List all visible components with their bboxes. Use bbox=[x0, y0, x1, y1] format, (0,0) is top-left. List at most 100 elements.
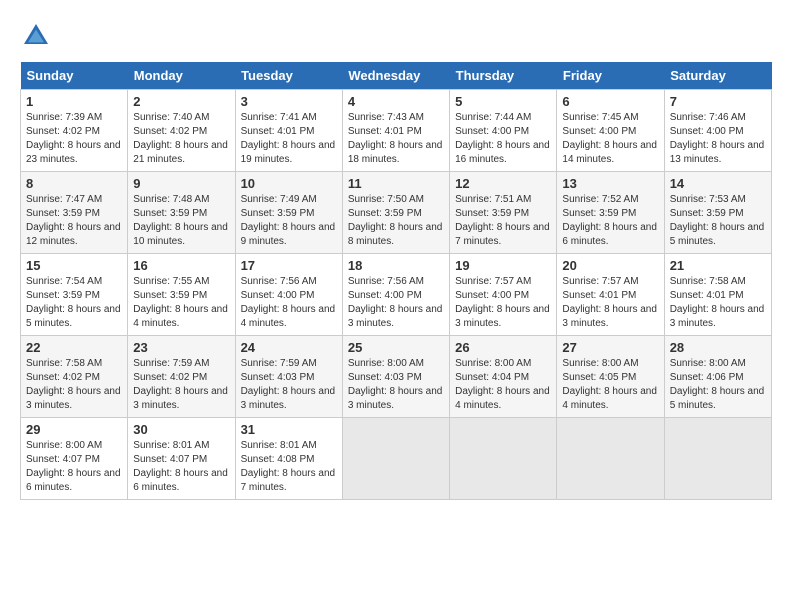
day-number: 9 bbox=[133, 176, 229, 191]
calendar-cell: 6 Sunrise: 7:45 AMSunset: 4:00 PMDayligh… bbox=[557, 90, 664, 172]
day-number: 17 bbox=[241, 258, 337, 273]
calendar-cell: 8 Sunrise: 7:47 AMSunset: 3:59 PMDayligh… bbox=[21, 172, 128, 254]
day-number: 10 bbox=[241, 176, 337, 191]
day-detail: Sunrise: 7:54 AMSunset: 3:59 PMDaylight:… bbox=[26, 276, 121, 329]
day-number: 7 bbox=[670, 94, 766, 109]
calendar-cell: 23 Sunrise: 7:59 AMSunset: 4:02 PMDaylig… bbox=[128, 336, 235, 418]
day-header-friday: Friday bbox=[557, 62, 664, 90]
day-number: 27 bbox=[562, 340, 658, 355]
day-number: 5 bbox=[455, 94, 551, 109]
day-detail: Sunrise: 7:53 AMSunset: 3:59 PMDaylight:… bbox=[670, 194, 765, 247]
calendar-cell: 3 Sunrise: 7:41 AMSunset: 4:01 PMDayligh… bbox=[235, 90, 342, 172]
day-number: 29 bbox=[26, 422, 122, 437]
day-detail: Sunrise: 7:41 AMSunset: 4:01 PMDaylight:… bbox=[241, 112, 336, 165]
day-number: 20 bbox=[562, 258, 658, 273]
day-number: 28 bbox=[670, 340, 766, 355]
calendar-cell bbox=[557, 418, 664, 500]
day-detail: Sunrise: 8:00 AMSunset: 4:03 PMDaylight:… bbox=[348, 358, 443, 411]
day-detail: Sunrise: 7:46 AMSunset: 4:00 PMDaylight:… bbox=[670, 112, 765, 165]
day-number: 4 bbox=[348, 94, 444, 109]
calendar-week-row: 29 Sunrise: 8:00 AMSunset: 4:07 PMDaylig… bbox=[21, 418, 772, 500]
day-number: 14 bbox=[670, 176, 766, 191]
calendar-table: SundayMondayTuesdayWednesdayThursdayFrid… bbox=[20, 62, 772, 500]
calendar-cell bbox=[342, 418, 449, 500]
day-detail: Sunrise: 8:01 AMSunset: 4:07 PMDaylight:… bbox=[133, 440, 228, 493]
day-detail: Sunrise: 7:39 AMSunset: 4:02 PMDaylight:… bbox=[26, 112, 121, 165]
logo bbox=[20, 20, 56, 52]
calendar-cell: 30 Sunrise: 8:01 AMSunset: 4:07 PMDaylig… bbox=[128, 418, 235, 500]
day-header-wednesday: Wednesday bbox=[342, 62, 449, 90]
day-number: 6 bbox=[562, 94, 658, 109]
calendar-cell: 31 Sunrise: 8:01 AMSunset: 4:08 PMDaylig… bbox=[235, 418, 342, 500]
page-header bbox=[20, 20, 772, 52]
day-header-tuesday: Tuesday bbox=[235, 62, 342, 90]
calendar-week-row: 22 Sunrise: 7:58 AMSunset: 4:02 PMDaylig… bbox=[21, 336, 772, 418]
day-detail: Sunrise: 7:58 AMSunset: 4:01 PMDaylight:… bbox=[670, 276, 765, 329]
calendar-cell: 12 Sunrise: 7:51 AMSunset: 3:59 PMDaylig… bbox=[450, 172, 557, 254]
calendar-cell: 19 Sunrise: 7:57 AMSunset: 4:00 PMDaylig… bbox=[450, 254, 557, 336]
calendar-cell: 9 Sunrise: 7:48 AMSunset: 3:59 PMDayligh… bbox=[128, 172, 235, 254]
calendar-cell: 21 Sunrise: 7:58 AMSunset: 4:01 PMDaylig… bbox=[664, 254, 771, 336]
day-number: 24 bbox=[241, 340, 337, 355]
calendar-week-row: 8 Sunrise: 7:47 AMSunset: 3:59 PMDayligh… bbox=[21, 172, 772, 254]
day-detail: Sunrise: 7:59 AMSunset: 4:02 PMDaylight:… bbox=[133, 358, 228, 411]
calendar-cell: 5 Sunrise: 7:44 AMSunset: 4:00 PMDayligh… bbox=[450, 90, 557, 172]
day-number: 3 bbox=[241, 94, 337, 109]
day-number: 25 bbox=[348, 340, 444, 355]
calendar-cell: 4 Sunrise: 7:43 AMSunset: 4:01 PMDayligh… bbox=[342, 90, 449, 172]
day-header-saturday: Saturday bbox=[664, 62, 771, 90]
calendar-cell: 13 Sunrise: 7:52 AMSunset: 3:59 PMDaylig… bbox=[557, 172, 664, 254]
day-number: 15 bbox=[26, 258, 122, 273]
day-detail: Sunrise: 7:52 AMSunset: 3:59 PMDaylight:… bbox=[562, 194, 657, 247]
day-number: 23 bbox=[133, 340, 229, 355]
day-detail: Sunrise: 7:44 AMSunset: 4:00 PMDaylight:… bbox=[455, 112, 550, 165]
day-detail: Sunrise: 7:56 AMSunset: 4:00 PMDaylight:… bbox=[348, 276, 443, 329]
day-number: 16 bbox=[133, 258, 229, 273]
logo-icon bbox=[20, 20, 52, 52]
day-detail: Sunrise: 7:51 AMSunset: 3:59 PMDaylight:… bbox=[455, 194, 550, 247]
day-detail: Sunrise: 8:00 AMSunset: 4:07 PMDaylight:… bbox=[26, 440, 121, 493]
day-detail: Sunrise: 7:59 AMSunset: 4:03 PMDaylight:… bbox=[241, 358, 336, 411]
day-detail: Sunrise: 7:43 AMSunset: 4:01 PMDaylight:… bbox=[348, 112, 443, 165]
day-detail: Sunrise: 7:40 AMSunset: 4:02 PMDaylight:… bbox=[133, 112, 228, 165]
calendar-cell: 20 Sunrise: 7:57 AMSunset: 4:01 PMDaylig… bbox=[557, 254, 664, 336]
day-number: 31 bbox=[241, 422, 337, 437]
day-detail: Sunrise: 7:55 AMSunset: 3:59 PMDaylight:… bbox=[133, 276, 228, 329]
day-detail: Sunrise: 8:01 AMSunset: 4:08 PMDaylight:… bbox=[241, 440, 336, 493]
day-detail: Sunrise: 7:47 AMSunset: 3:59 PMDaylight:… bbox=[26, 194, 121, 247]
day-header-sunday: Sunday bbox=[21, 62, 128, 90]
calendar-header-row: SundayMondayTuesdayWednesdayThursdayFrid… bbox=[21, 62, 772, 90]
day-number: 1 bbox=[26, 94, 122, 109]
day-number: 26 bbox=[455, 340, 551, 355]
calendar-cell: 15 Sunrise: 7:54 AMSunset: 3:59 PMDaylig… bbox=[21, 254, 128, 336]
day-detail: Sunrise: 7:50 AMSunset: 3:59 PMDaylight:… bbox=[348, 194, 443, 247]
calendar-cell bbox=[450, 418, 557, 500]
calendar-cell: 14 Sunrise: 7:53 AMSunset: 3:59 PMDaylig… bbox=[664, 172, 771, 254]
calendar-cell: 1 Sunrise: 7:39 AMSunset: 4:02 PMDayligh… bbox=[21, 90, 128, 172]
day-detail: Sunrise: 8:00 AMSunset: 4:06 PMDaylight:… bbox=[670, 358, 765, 411]
calendar-cell: 27 Sunrise: 8:00 AMSunset: 4:05 PMDaylig… bbox=[557, 336, 664, 418]
day-number: 30 bbox=[133, 422, 229, 437]
day-detail: Sunrise: 8:00 AMSunset: 4:05 PMDaylight:… bbox=[562, 358, 657, 411]
day-detail: Sunrise: 7:56 AMSunset: 4:00 PMDaylight:… bbox=[241, 276, 336, 329]
day-detail: Sunrise: 7:57 AMSunset: 4:01 PMDaylight:… bbox=[562, 276, 657, 329]
day-number: 13 bbox=[562, 176, 658, 191]
calendar-cell: 22 Sunrise: 7:58 AMSunset: 4:02 PMDaylig… bbox=[21, 336, 128, 418]
day-number: 2 bbox=[133, 94, 229, 109]
day-number: 18 bbox=[348, 258, 444, 273]
day-detail: Sunrise: 7:57 AMSunset: 4:00 PMDaylight:… bbox=[455, 276, 550, 329]
day-header-thursday: Thursday bbox=[450, 62, 557, 90]
day-detail: Sunrise: 7:45 AMSunset: 4:00 PMDaylight:… bbox=[562, 112, 657, 165]
calendar-week-row: 15 Sunrise: 7:54 AMSunset: 3:59 PMDaylig… bbox=[21, 254, 772, 336]
day-number: 12 bbox=[455, 176, 551, 191]
day-number: 21 bbox=[670, 258, 766, 273]
calendar-cell: 18 Sunrise: 7:56 AMSunset: 4:00 PMDaylig… bbox=[342, 254, 449, 336]
calendar-cell: 16 Sunrise: 7:55 AMSunset: 3:59 PMDaylig… bbox=[128, 254, 235, 336]
calendar-cell: 28 Sunrise: 8:00 AMSunset: 4:06 PMDaylig… bbox=[664, 336, 771, 418]
calendar-cell: 29 Sunrise: 8:00 AMSunset: 4:07 PMDaylig… bbox=[21, 418, 128, 500]
day-detail: Sunrise: 7:49 AMSunset: 3:59 PMDaylight:… bbox=[241, 194, 336, 247]
day-number: 8 bbox=[26, 176, 122, 191]
calendar-cell: 2 Sunrise: 7:40 AMSunset: 4:02 PMDayligh… bbox=[128, 90, 235, 172]
calendar-cell: 25 Sunrise: 8:00 AMSunset: 4:03 PMDaylig… bbox=[342, 336, 449, 418]
calendar-week-row: 1 Sunrise: 7:39 AMSunset: 4:02 PMDayligh… bbox=[21, 90, 772, 172]
